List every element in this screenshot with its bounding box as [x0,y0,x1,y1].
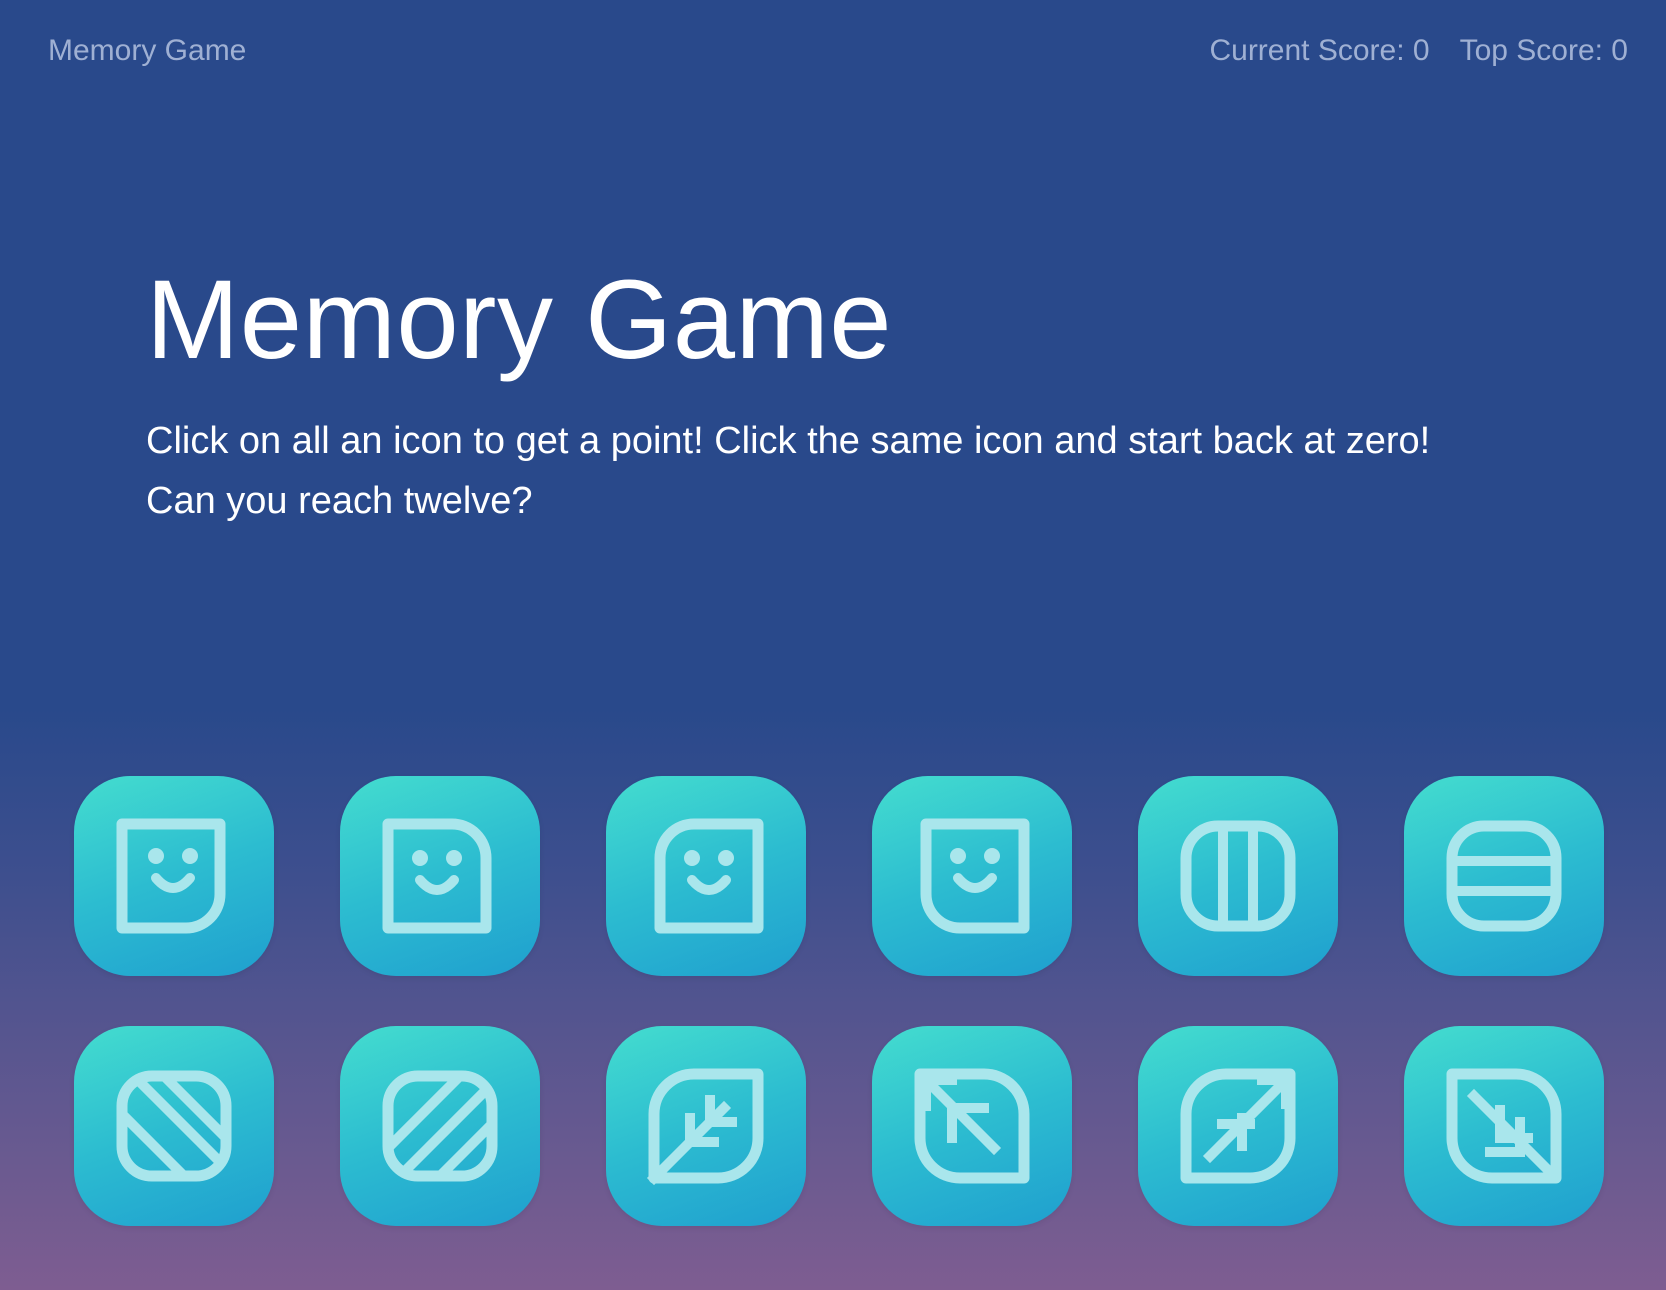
leaf-arrow-up-right-icon [1180,1068,1296,1184]
game-card[interactable] [606,1026,806,1226]
score-display: Current Score: 0 Top Score: 0 [1209,34,1628,68]
instructions-line-2: Can you reach twelve? [146,480,533,522]
instructions-line-1: Click on all an icon to get a point! Cli… [146,420,1431,462]
game-card[interactable] [1138,1026,1338,1226]
hero: Memory Game Click on all an icon to get … [146,255,1586,531]
leaf-arrow-down-left-icon [646,1068,764,1186]
navbar: Memory Game Current Score: 0 Top Score: 0 [0,0,1666,106]
game-card[interactable] [74,1026,274,1226]
game-card[interactable] [340,1026,540,1226]
game-card[interactable] [1138,776,1338,976]
leaf-arrow-down-right-icon [1446,1068,1562,1184]
smiley-br-round-icon [116,818,226,934]
smiley-tr-round-icon [382,818,492,934]
vertical-stripes-icon [1180,820,1296,932]
card-grid [74,776,1604,1226]
diagonal-stripes-up-icon [382,1070,498,1182]
diagonal-stripes-down-icon [116,1070,232,1182]
instructions: Click on all an icon to get a point! Cli… [146,411,1586,531]
game-card[interactable] [74,776,274,976]
smiley-bl-round-icon [920,818,1030,934]
horizontal-stripes-icon [1446,820,1562,932]
current-score: Current Score: 0 [1209,34,1430,67]
game-card[interactable] [340,776,540,976]
game-card[interactable] [872,1026,1072,1226]
smiley-tl-round-icon [654,818,764,934]
page-title: Memory Game [146,257,893,382]
leaf-arrow-up-left-icon [914,1068,1030,1184]
brand-link[interactable]: Memory Game [48,34,246,68]
game-card[interactable] [1404,776,1604,976]
game-card[interactable] [606,776,806,976]
game-card[interactable] [872,776,1072,976]
top-score: Top Score: 0 [1459,34,1628,67]
game-card[interactable] [1404,1026,1604,1226]
